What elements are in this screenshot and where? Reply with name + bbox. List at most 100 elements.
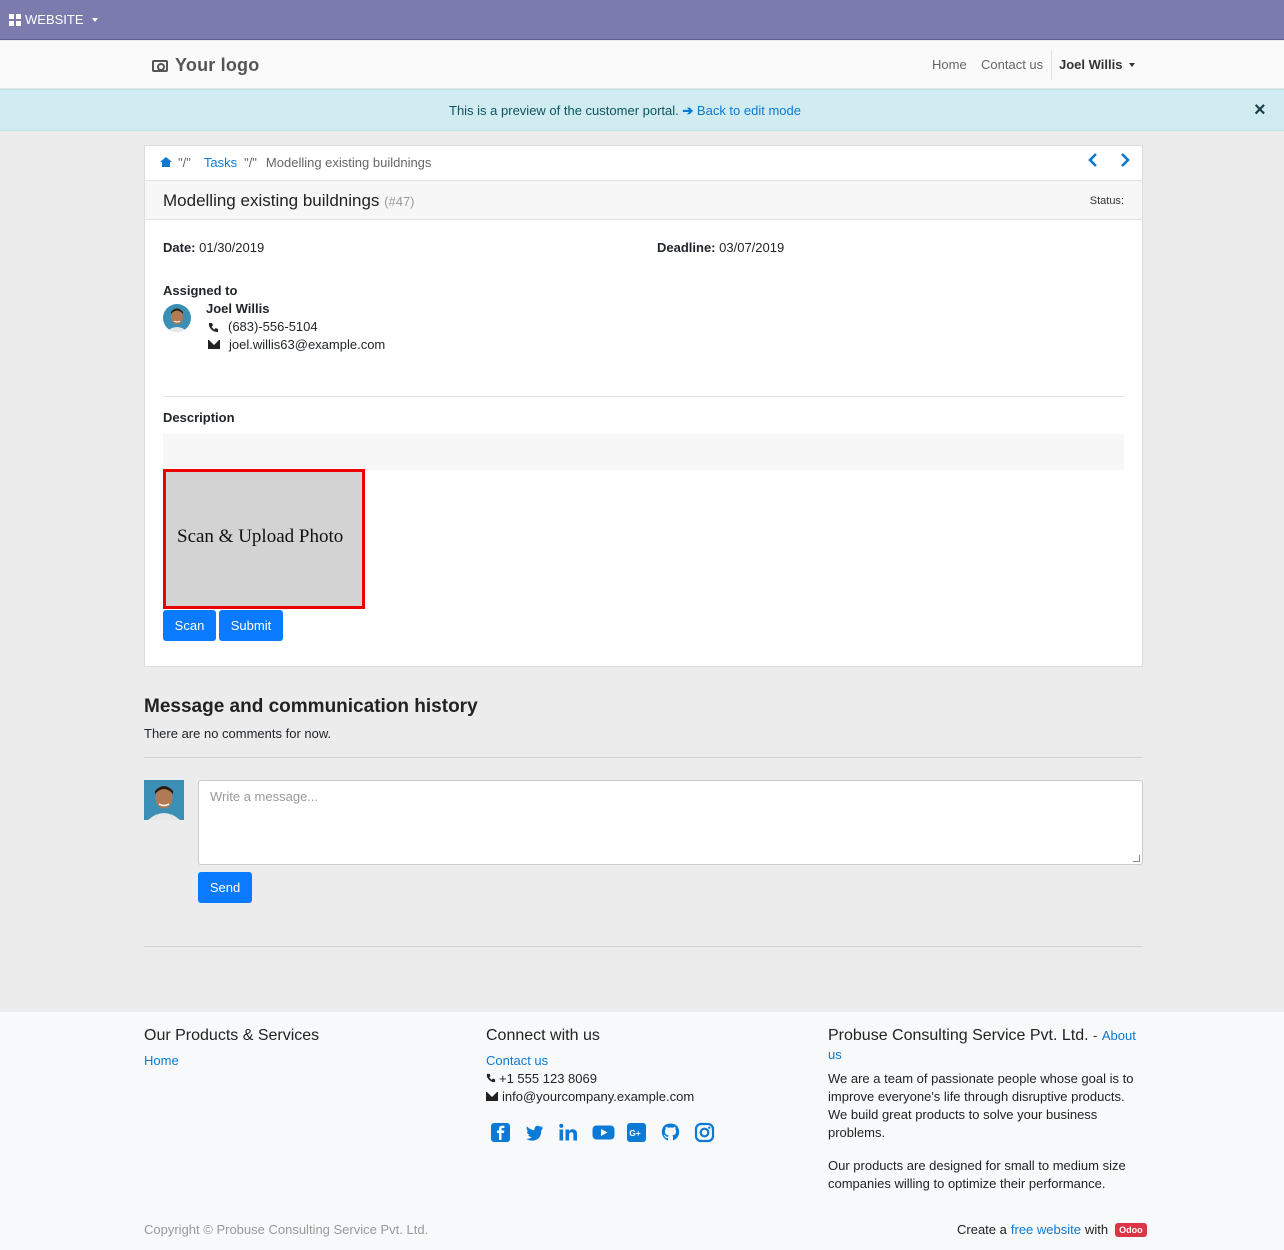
date-value: 01/30/2019	[199, 240, 265, 255]
envelope-icon	[486, 1092, 498, 1101]
odoo-badge[interactable]: Odoo	[1115, 1222, 1147, 1237]
user-menu[interactable]: Joel Willis	[1059, 57, 1136, 72]
preview-alert: This is a preview of the customer portal…	[0, 89, 1284, 131]
task-card: "/" Tasks "/" Modelling existing buildni…	[144, 145, 1143, 667]
create-prefix: Create a	[957, 1222, 1007, 1237]
breadcrumb-home[interactable]	[160, 155, 172, 170]
preview-alert-text: This is a preview of the customer portal…	[449, 103, 679, 118]
phone-icon	[486, 1071, 496, 1086]
about-us-link-continued[interactable]: us	[828, 1047, 842, 1062]
previous-record-icon[interactable]	[1088, 153, 1098, 171]
assigned-to-label: Assigned to	[163, 283, 238, 298]
resize-handle-icon[interactable]	[1133, 855, 1140, 862]
task-header: Modelling existing buildnings (#47) Stat…	[145, 180, 1142, 220]
breadcrumb-current: Modelling existing buildnings	[265, 155, 432, 170]
close-icon[interactable]: ×	[1254, 99, 1266, 122]
user-name: Joel Willis	[1059, 57, 1123, 72]
twitter-icon[interactable]	[524, 1122, 545, 1143]
nav-divider	[1051, 50, 1052, 80]
company-description-line: improve everyone's life through disrupti…	[828, 1089, 1125, 1104]
assignee-phone-text: (683)-556-5104	[228, 319, 318, 334]
breadcrumb: "/" Tasks "/" Modelling existing buildni…	[145, 146, 1142, 179]
free-website-link[interactable]: free website	[1011, 1222, 1081, 1237]
logo-text: Your logo	[175, 55, 260, 75]
social-links: G+	[490, 1122, 715, 1143]
footer-contact-link[interactable]: Contact us	[486, 1053, 548, 1068]
description-content	[163, 434, 1124, 470]
footer-phone: +1 555 123 8069	[486, 1071, 597, 1086]
assignee-email: joel.willis63@example.com	[208, 337, 385, 352]
footer-connect-heading: Connect with us	[486, 1027, 600, 1044]
scan-upload-area[interactable]: Scan & Upload Photo	[163, 469, 365, 609]
breadcrumb-separator: "/"	[244, 155, 257, 170]
linkedin-icon[interactable]	[558, 1122, 579, 1143]
assignee-email-text: joel.willis63@example.com	[229, 337, 386, 352]
message-placeholder: Write a message...	[210, 789, 319, 804]
description-label: Description	[163, 410, 235, 425]
messages-title: Message and communication history	[144, 696, 478, 717]
section-divider	[163, 396, 1124, 397]
submit-button[interactable]: Submit	[219, 610, 283, 641]
phone-icon	[208, 321, 219, 333]
preview-alert-message: This is a preview of the customer portal…	[0, 103, 1250, 119]
create-with: with	[1084, 1222, 1109, 1237]
deadline-value: 03/07/2019	[719, 240, 785, 255]
task-date: Date: 01/30/2019	[163, 240, 264, 255]
back-to-edit-link[interactable]: ➔ Back to edit mode	[682, 103, 801, 118]
footer-phone-text: +1 555 123 8069	[499, 1071, 597, 1086]
svg-text:G+: G+	[629, 1128, 641, 1138]
copyright-text: Copyright © Probuse Consulting Service P…	[144, 1222, 429, 1237]
website-menu-label: WEBSITE	[25, 12, 84, 27]
site-logo[interactable]: Your logo	[152, 55, 259, 76]
instagram-icon[interactable]	[694, 1122, 715, 1143]
admin-bar: WEBSITE	[0, 0, 1284, 40]
scan-button[interactable]: Scan	[163, 610, 216, 641]
scan-upload-text: Scan & Upload Photo	[177, 526, 344, 547]
next-record-icon[interactable]	[1120, 153, 1130, 171]
footer-company-heading: Probuse Consulting Service Pvt. Ltd. - A…	[828, 1027, 1136, 1045]
back-to-edit-label: Back to edit mode	[696, 103, 801, 118]
footer-products-heading: Our Products & Services	[144, 1027, 320, 1044]
company-description-line: We build great products to solve your bu…	[828, 1107, 1098, 1122]
nav-contact-link[interactable]: Contact us	[981, 57, 1043, 72]
footer-email-text: info@yourcompany.example.com	[502, 1089, 695, 1104]
message-input[interactable]: Write a message...	[198, 780, 1143, 865]
company-description-line: companies willing to optimize their perf…	[828, 1176, 1106, 1191]
messages-divider	[144, 757, 1143, 758]
about-us-link[interactable]: About	[1102, 1028, 1136, 1043]
home-icon	[160, 157, 172, 167]
envelope-icon	[208, 340, 220, 349]
website-menu[interactable]: WEBSITE	[9, 12, 98, 27]
navbar: Your logo Home Contact us Joel Willis	[0, 41, 1284, 89]
footer-home-link[interactable]: Home	[144, 1053, 179, 1068]
task-number: (#47)	[384, 194, 415, 209]
create-website-note: Create a free website with Odoo	[957, 1222, 1147, 1237]
assignee-avatar	[163, 304, 191, 332]
caret-down-icon	[1129, 62, 1136, 67]
camera-icon	[152, 59, 168, 72]
company-name: Probuse Consulting Service Pvt. Ltd.	[828, 1027, 1089, 1044]
heading-separator: -	[1093, 1028, 1098, 1043]
assignee-phone: (683)-556-5104	[208, 319, 318, 334]
current-user-avatar	[144, 780, 184, 820]
youtube-icon[interactable]	[592, 1122, 615, 1143]
caret-down-icon	[91, 17, 98, 22]
date-label: Date:	[163, 240, 196, 255]
deadline-label: Deadline:	[657, 240, 716, 255]
task-deadline: Deadline: 03/07/2019	[657, 240, 784, 255]
bottom-divider	[144, 946, 1143, 947]
google-plus-icon[interactable]: G+	[626, 1122, 647, 1143]
company-description-line: problems.	[828, 1125, 886, 1140]
no-comments-text: There are no comments for now.	[144, 726, 332, 741]
github-icon[interactable]	[660, 1122, 681, 1143]
send-button[interactable]: Send	[198, 872, 252, 903]
assignee-name: Joel Willis	[206, 301, 270, 316]
task-status-label: Status:	[1089, 195, 1124, 207]
facebook-icon[interactable]	[490, 1122, 511, 1143]
breadcrumb-separator: "/"	[178, 155, 191, 170]
arrow-right-icon: ➔	[682, 103, 694, 118]
company-description-line: We are a team of passionate people whose…	[828, 1071, 1134, 1086]
nav-home-link[interactable]: Home	[932, 57, 967, 72]
breadcrumb-tasks[interactable]: Tasks	[204, 155, 237, 170]
task-title: Modelling existing buildnings (#47)	[163, 191, 415, 211]
